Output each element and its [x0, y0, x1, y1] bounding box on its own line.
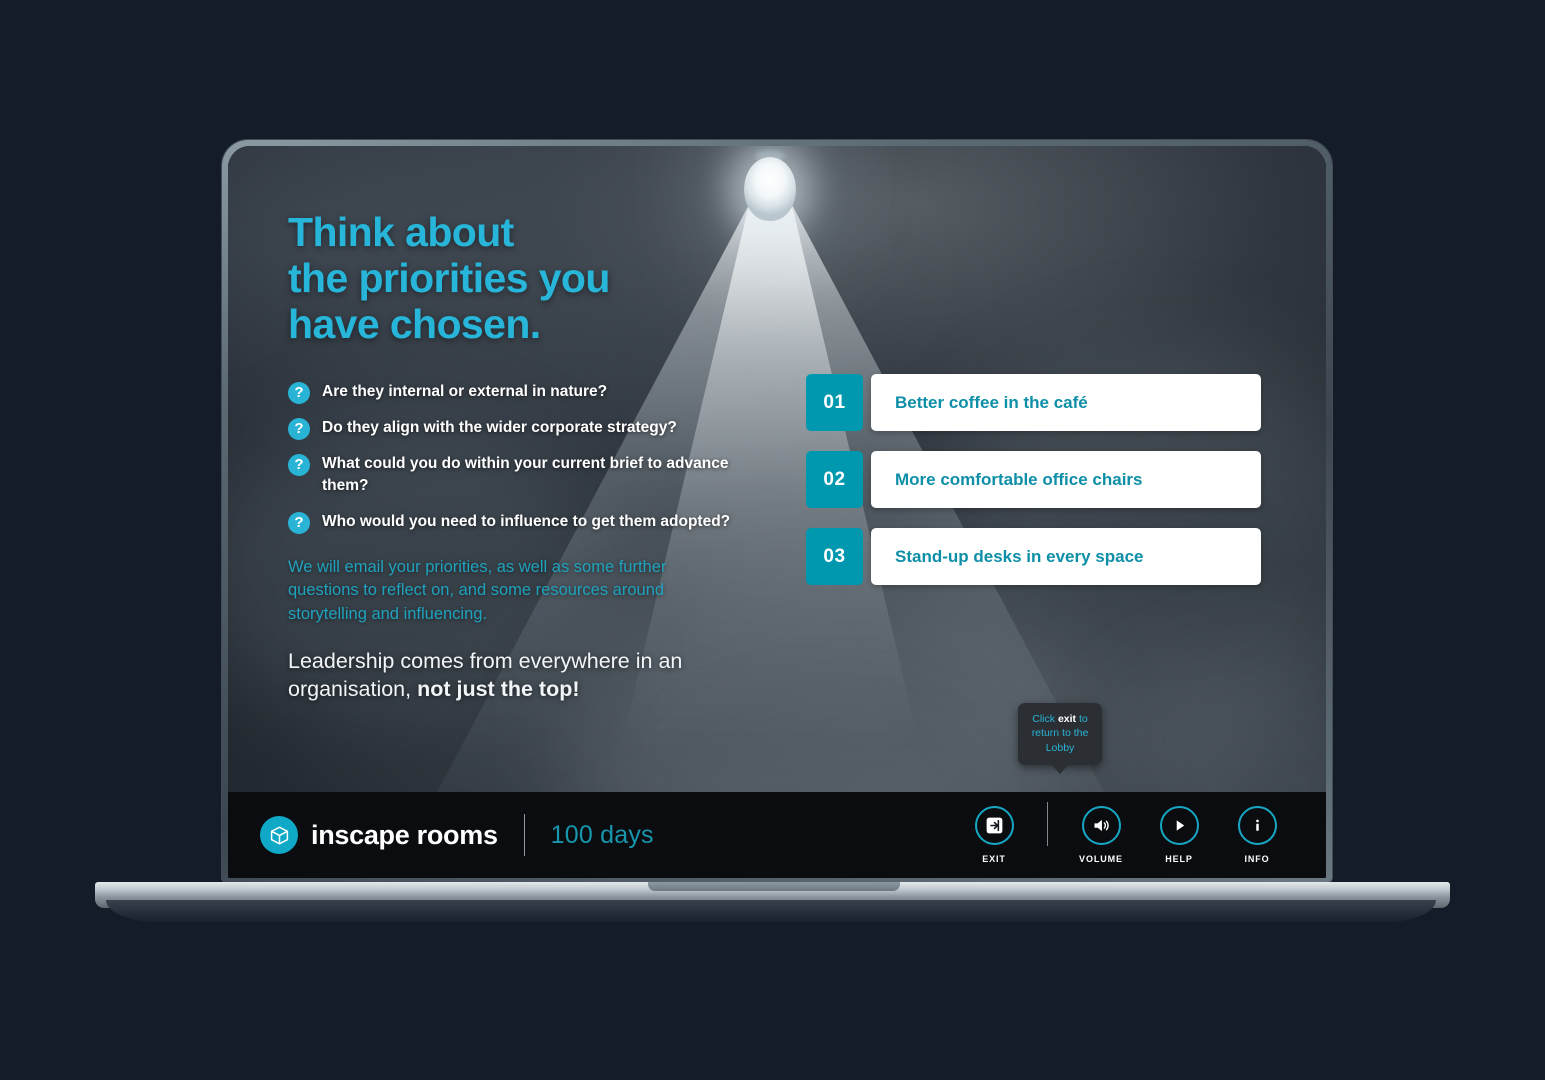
priority-label: More comfortable office chairs [871, 451, 1261, 508]
question-text: Who would you need to influence to get t… [322, 512, 731, 530]
info-button[interactable]: INFO [1218, 806, 1296, 864]
info-label: INFO [1244, 854, 1270, 864]
left-content-column: Think about the priorities you have chos… [288, 209, 738, 703]
list-item: ? Are they internal or external in natur… [288, 381, 738, 404]
priority-number: 02 [806, 451, 863, 508]
volume-button[interactable]: VOLUME [1062, 806, 1140, 864]
brand: inscape rooms [260, 816, 498, 854]
headline-line-1: Think about [288, 209, 514, 255]
priority-card[interactable]: 02 More comfortable office chairs [806, 451, 1261, 508]
list-item: ? Do they align with the wider corporate… [288, 417, 738, 440]
laptop-base-notch [648, 882, 900, 891]
priority-number: 03 [806, 528, 863, 585]
controls-divider [1047, 802, 1048, 846]
priority-card[interactable]: 01 Better coffee in the café [806, 374, 1261, 431]
play-triangle-icon [1159, 806, 1199, 845]
laptop-screen: Think about the priorities you have chos… [228, 146, 1326, 878]
page-title: Think about the priorities you have chos… [288, 209, 738, 348]
headline-line-2: the priorities you [288, 254, 610, 301]
question-mark-icon: ? [288, 453, 310, 476]
brand-name: inscape rooms [311, 819, 498, 850]
closing-statement-emphasis: not just the top! [417, 676, 580, 701]
question-mark-icon: ? [288, 511, 310, 534]
selected-priorities-list: 01 Better coffee in the café 02 More com… [806, 374, 1261, 605]
exit-tooltip: Click exit to return to the Lobby [1018, 703, 1102, 766]
exit-label: EXIT [982, 854, 1006, 864]
info-i-icon [1237, 806, 1277, 845]
tooltip-prefix: Click [1032, 713, 1058, 725]
priority-label: Better coffee in the café [871, 374, 1261, 431]
speaker-icon [1081, 806, 1121, 845]
question-mark-icon: ? [288, 417, 310, 440]
tooltip-emphasis: exit [1057, 713, 1077, 725]
question-mark-icon: ? [288, 381, 310, 404]
priority-card[interactable]: 03 Stand-up desks in every space [806, 528, 1261, 585]
email-followup-note: We will email your priorities, as well a… [288, 557, 667, 623]
reflection-question-list: ? Are they internal or external in natur… [288, 381, 738, 534]
priority-label: Stand-up desks in every space [871, 528, 1261, 585]
footer-toolbar: inscape rooms 100 days EXIT VOLUME HELP … [228, 792, 1326, 878]
days-counter: 100 days [550, 820, 654, 849]
question-text: What could you do within your current br… [322, 454, 729, 495]
list-item: ? Who would you need to influence to get… [288, 511, 738, 534]
list-item: ? What could you do within your current … [288, 453, 738, 498]
exit-arrow-icon [974, 806, 1014, 845]
cube-box-icon [260, 816, 298, 854]
help-button[interactable]: HELP [1140, 806, 1218, 864]
screenshot-stage: Think about the priorities you have chos… [0, 0, 1545, 1080]
footer-controls: EXIT VOLUME HELP INFO [955, 802, 1296, 868]
laptop-foot [106, 900, 1436, 922]
volume-label: VOLUME [1079, 854, 1123, 864]
laptop-mockup: Think about the priorities you have chos… [222, 140, 1332, 882]
closing-statement: Leadership comes from everywhere in an o… [288, 648, 738, 703]
footer-divider [523, 814, 525, 856]
question-text: Do they align with the wider corporate s… [322, 418, 677, 436]
help-label: HELP [1165, 854, 1193, 864]
question-text: Are they internal or external in nature? [322, 382, 608, 400]
priority-number: 01 [806, 374, 863, 431]
headline-line-3: have chosen. [288, 300, 541, 347]
exit-button[interactable]: EXIT [955, 806, 1033, 864]
spotlight-lamp-icon [744, 157, 797, 221]
